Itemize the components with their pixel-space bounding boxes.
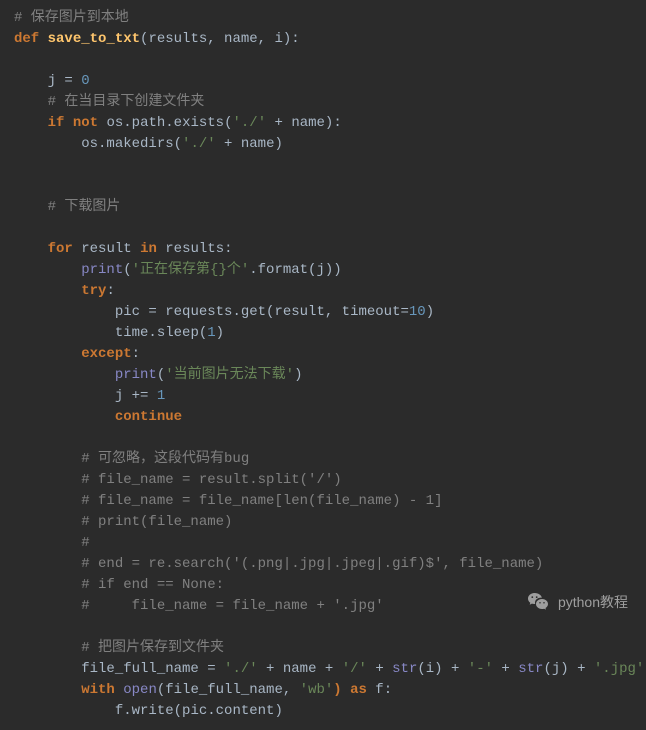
comment: # 下载图片 bbox=[48, 199, 121, 215]
params: (results, name, i): bbox=[140, 31, 300, 47]
comment: # bbox=[81, 535, 89, 551]
keyword-def: def bbox=[14, 31, 39, 47]
comment: # 在当目录下创建文件夹 bbox=[48, 94, 205, 110]
comment: # 可忽略，这段代码有bug bbox=[81, 451, 249, 467]
comment: # file_name = result.split('/') bbox=[81, 472, 341, 488]
comment: # file_name = file_name[len(file_name) -… bbox=[81, 493, 442, 509]
watermark-text: python教程 bbox=[558, 592, 628, 613]
code-editor: # 保存图片到本地 def save_to_txt(results, name,… bbox=[0, 0, 646, 730]
comment: # if end == None: bbox=[81, 577, 224, 593]
comment: # 保存图片到本地 bbox=[14, 10, 129, 26]
watermark: python教程 bbox=[526, 590, 628, 614]
wechat-icon bbox=[526, 590, 550, 614]
comment: # print(file_name) bbox=[81, 514, 232, 530]
comment: # file_name = file_name + '.jpg' bbox=[81, 598, 383, 614]
comment: # end = re.search('(.png|.jpg|.jpeg|.gif… bbox=[81, 556, 543, 572]
comment: # 把图片保存到文件夹 bbox=[81, 640, 224, 656]
var-j: j bbox=[48, 73, 56, 89]
function-name: save_to_txt bbox=[48, 31, 140, 47]
